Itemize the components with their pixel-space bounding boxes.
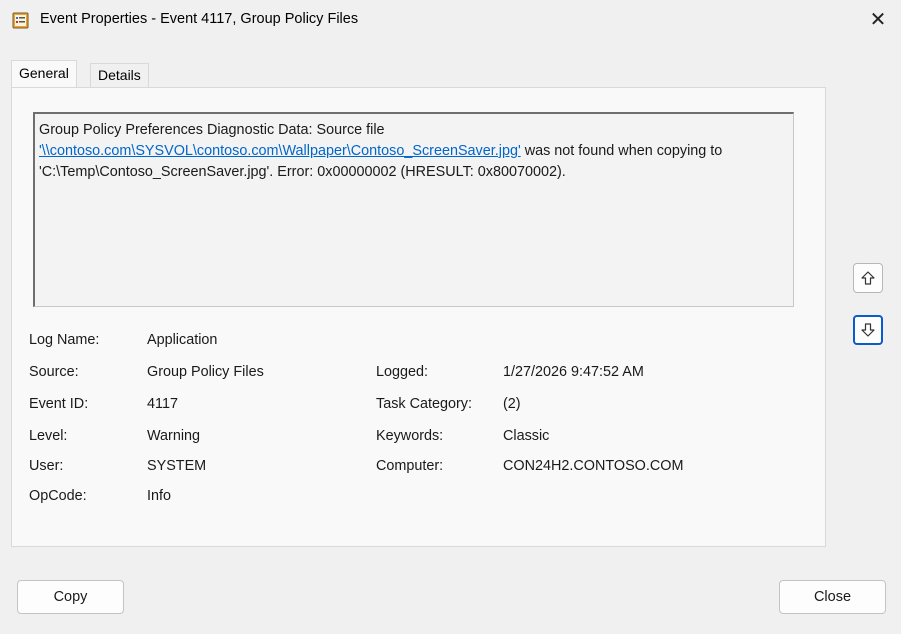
close-icon[interactable]: ✕ bbox=[855, 0, 901, 40]
level-label: Level: bbox=[29, 428, 68, 444]
source-file-link[interactable]: '\\contoso.com\SYSVOL\contoso.com\Wallpa… bbox=[39, 143, 521, 159]
close-button[interactable]: Close bbox=[779, 580, 886, 614]
event-description[interactable]: Group Policy Preferences Diagnostic Data… bbox=[33, 112, 794, 307]
user-value: SYSTEM bbox=[147, 458, 207, 474]
task-category-value: (2) bbox=[503, 396, 521, 412]
logged-value: 1/27/2026 9:47:52 AM bbox=[503, 364, 644, 380]
event-id-value: 4117 bbox=[147, 396, 178, 412]
keywords-label: Keywords: bbox=[376, 428, 444, 444]
description-prefix: Group Policy Preferences Diagnostic Data… bbox=[39, 122, 385, 138]
log-name-label: Log Name: bbox=[29, 332, 100, 348]
window-title: Event Properties - Event 4117, Group Pol… bbox=[40, 11, 359, 27]
computer-value: CON24H2.CONTOSO.COM bbox=[503, 458, 684, 474]
keywords-value: Classic bbox=[503, 428, 550, 444]
source-value: Group Policy Files bbox=[147, 364, 264, 380]
tab-general[interactable]: General bbox=[11, 60, 77, 88]
opcode-label: OpCode: bbox=[29, 488, 87, 504]
computer-label: Computer: bbox=[376, 458, 444, 474]
source-label: Source: bbox=[29, 364, 79, 380]
previous-event-button[interactable] bbox=[853, 263, 883, 293]
event-id-label: Event ID: bbox=[29, 396, 89, 412]
opcode-value: Info bbox=[147, 488, 172, 504]
log-name-value: Application bbox=[147, 332, 218, 348]
user-label: User: bbox=[29, 458, 64, 474]
logged-label: Logged: bbox=[376, 364, 429, 380]
event-properties-icon bbox=[12, 12, 29, 29]
tab-details[interactable]: Details bbox=[90, 63, 149, 88]
copy-button[interactable]: Copy bbox=[17, 580, 124, 614]
title-bar: Event Properties - Event 4117, Group Pol… bbox=[0, 0, 901, 40]
task-category-label: Task Category: bbox=[376, 396, 472, 412]
level-value: Warning bbox=[147, 428, 201, 444]
next-event-button[interactable] bbox=[853, 315, 883, 345]
